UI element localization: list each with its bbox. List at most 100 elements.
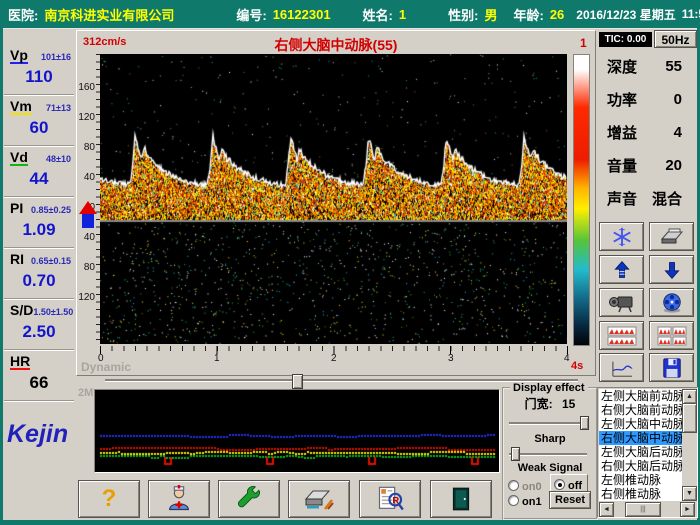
vessel-rows: 左侧大脑前动脉 右侧大脑前动脉 左侧大脑中动脉 右侧大脑中动脉 左侧大脑后动脉 … [599, 389, 682, 501]
vm-value: 60 [29, 118, 49, 137]
patient-info-button[interactable] [148, 480, 210, 518]
vessel-item[interactable]: 左侧大脑中动脉 [599, 417, 682, 431]
print-button[interactable] [649, 222, 694, 251]
sharp-slider-thumb[interactable] [511, 447, 520, 461]
radio-on1[interactable]: on1 [508, 492, 542, 510]
gender-value: 男 [484, 7, 498, 23]
y-tick-n40: 40 [83, 232, 95, 243]
vessel-item[interactable]: 左侧大脑前动脉 [599, 389, 682, 403]
vp-ref-range: 101±16 [41, 52, 71, 62]
patient-icon [169, 485, 189, 511]
spectrum-display [100, 54, 567, 344]
vessel-item[interactable]: 右侧大脑后动脉 [599, 459, 682, 473]
y-tick-120: 120 [78, 112, 95, 123]
display-effect-panel: Display effect 门宽: 15 Sharp Weak Signal … [502, 382, 598, 520]
display-effect-title: Display effect [510, 382, 588, 394]
patient-id-label: 编号: [236, 7, 267, 23]
ri-label: RI [10, 251, 24, 267]
sd-label: S/D [10, 302, 34, 318]
sharp-label: Sharp [534, 433, 566, 445]
param-box-ri: RI 0.65±0.15 0.70 [4, 248, 74, 299]
trend-curve-button[interactable] [599, 353, 644, 382]
hr-value: 66 [29, 373, 49, 392]
hr-label: HR [10, 353, 31, 370]
save-icon [662, 357, 681, 378]
gain-up-button[interactable] [599, 255, 644, 284]
vd-value: 44 [29, 169, 49, 188]
radio-off-circle[interactable] [554, 479, 565, 490]
vm-label: Vm [10, 98, 32, 115]
gain-value: 4 [673, 123, 682, 141]
vessel-item[interactable]: 左侧椎动脉 [599, 473, 682, 487]
vessel-hscroll-thumb[interactable]: ||| [625, 502, 661, 517]
freeze-icon [612, 227, 631, 246]
report-review-button[interactable]: R [359, 480, 421, 518]
settings-button[interactable] [218, 480, 280, 518]
vessel-hscrollbar[interactable]: ◄ ||| ► [599, 502, 695, 517]
trend-label: 2M [78, 387, 94, 399]
date-display: 2016/12/23 星期五 [576, 7, 676, 22]
y-tick-n120: 120 [78, 292, 95, 303]
tcd-application-window: 医院: 南京科进实业有限公司 编号: 16122301 姓名: 1 性别: 男 … [0, 0, 700, 525]
time-scrollbar-track[interactable] [105, 379, 578, 382]
ri-value: 0.70 [22, 271, 56, 290]
pi-label: PI [10, 200, 24, 216]
sharp-slider-track[interactable] [509, 453, 587, 456]
channel-number: 1 [580, 36, 587, 50]
vp-label: Vp [10, 47, 28, 64]
x-tick-1: 1 [214, 353, 220, 364]
vessel-item[interactable]: 右侧大脑前动脉 [599, 403, 682, 417]
gate-width-label: 门宽: [524, 397, 553, 411]
help-button[interactable]: ? [78, 480, 140, 518]
gain-down-button[interactable] [649, 255, 694, 284]
spectral-panel: 312cm/s 右侧大脑中动脉(55) 1 160 120 80 40 0 40… [76, 30, 596, 376]
sd-ref-range: 1.50±1.50 [33, 307, 74, 317]
kejin-logo: Kejin [7, 420, 69, 448]
vessel-vscrollbar[interactable]: ▲ ▼ [682, 389, 697, 501]
time-scrollbar-thumb[interactable] [292, 374, 303, 389]
vessel-item[interactable]: 右侧椎动脉 [599, 487, 682, 501]
vessel-item[interactable]: 右侧大脑中动脉 [599, 431, 682, 445]
film-reel-icon [662, 292, 681, 313]
volume-row: 音量 20 [600, 153, 696, 177]
scroll-down-icon[interactable]: ▼ [682, 486, 697, 501]
tic-display: TIC: 0.00 [599, 32, 652, 47]
volume-label: 音量 [607, 157, 638, 175]
gate-width-slider-track[interactable] [509, 422, 587, 425]
vessel-listbox: 左侧大脑前动脉 右侧大脑前动脉 左侧大脑中动脉 右侧大脑中动脉 左侧大脑后动脉 … [597, 387, 698, 518]
mode-label: Dynamic [81, 360, 132, 374]
sound-row: 声音 混合 [600, 186, 696, 210]
sound-label: 声音 [607, 190, 638, 208]
vd-ref-range: 48±10 [46, 154, 71, 164]
radio-on1-circle[interactable] [508, 495, 519, 506]
playback-button[interactable] [649, 288, 694, 317]
patient-id-value: 16122301 [272, 6, 331, 22]
freeze-button[interactable] [599, 222, 644, 251]
scroll-right-icon[interactable]: ► [680, 502, 695, 517]
pi-ref-range: 0.85±0.25 [31, 205, 71, 215]
frequency-button[interactable]: 50Hz [654, 30, 697, 48]
vessel-title: 右侧大脑中动脉(55) [274, 37, 398, 53]
vessel-item[interactable]: 左侧大脑后动脉 [599, 445, 682, 459]
exit-button[interactable] [430, 480, 492, 518]
gate-width-slider-thumb[interactable] [580, 416, 589, 430]
ri-ref-range: 0.65±0.15 [31, 256, 71, 266]
param-box-vd: Vd 48±10 44 [4, 146, 74, 197]
x-tick-4: 4 [564, 353, 570, 364]
hospital-label: 医院: [8, 7, 39, 23]
radio-on0-circle[interactable] [508, 480, 519, 491]
print-report-button[interactable] [288, 480, 350, 518]
param-box-hr: HR 66 [4, 350, 74, 401]
trend-box [94, 389, 500, 473]
vessel-vscroll-thumb[interactable] [682, 403, 697, 433]
baseline-marker [79, 201, 97, 228]
dual-spectra-button[interactable] [599, 321, 644, 350]
quad-spectra-button[interactable] [649, 321, 694, 350]
save-button[interactable] [649, 353, 694, 382]
time-display: 11:51:35 [681, 7, 700, 21]
record-button[interactable] [599, 288, 644, 317]
y-tick-n80: 80 [83, 262, 95, 273]
scroll-left-icon[interactable]: ◄ [599, 502, 614, 517]
scroll-up-icon[interactable]: ▲ [682, 389, 697, 404]
reset-button[interactable]: Reset [549, 491, 591, 509]
